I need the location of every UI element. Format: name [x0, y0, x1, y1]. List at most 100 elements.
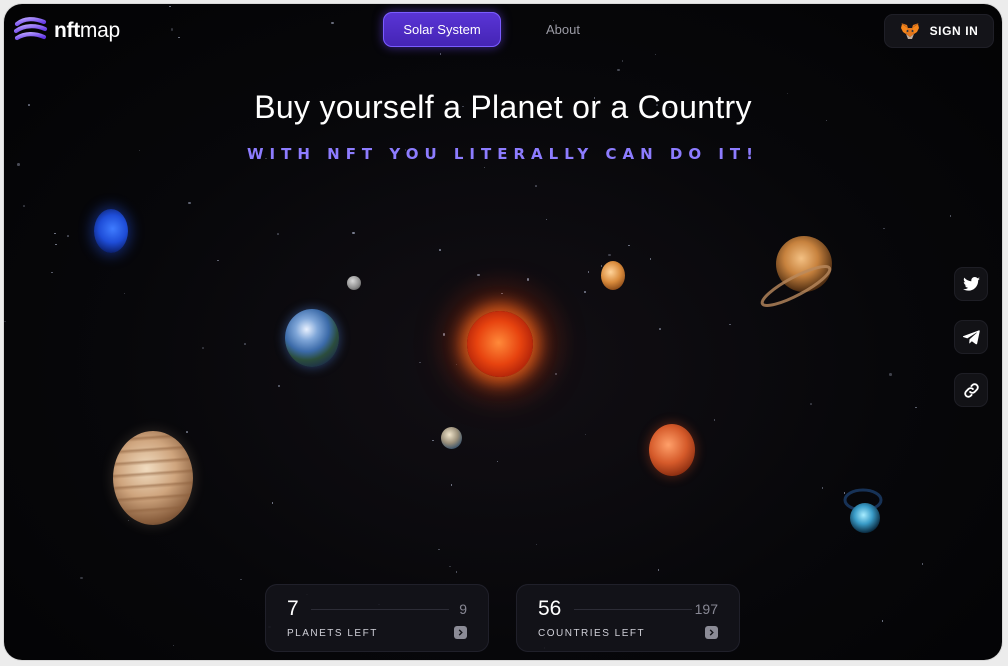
- planet-mars[interactable]: [649, 424, 695, 476]
- star: [4, 320, 6, 323]
- nftmap-logo-icon: [14, 17, 48, 41]
- twitter-button[interactable]: [954, 267, 988, 301]
- star: [244, 343, 246, 345]
- star: [729, 323, 731, 326]
- star: [659, 328, 661, 330]
- star: [188, 201, 191, 205]
- star: [583, 290, 587, 294]
- app-frame: nftmap Solar System About SIGN IN Buy yo…: [4, 4, 1002, 660]
- sign-in-label: SIGN IN: [929, 24, 979, 38]
- planet-jupiter[interactable]: [113, 431, 193, 525]
- planets-left-label: PLANETS LEFT: [287, 628, 378, 639]
- star: [483, 166, 486, 169]
- planets-left-card[interactable]: 7 9 PLANETS LEFT: [265, 584, 489, 652]
- planet-uranus[interactable]: [839, 480, 887, 538]
- star: [331, 21, 334, 25]
- star: [584, 433, 587, 436]
- star: [23, 205, 25, 207]
- star: [450, 484, 453, 486]
- link-icon: [963, 382, 979, 398]
- planets-arrow-icon[interactable]: [454, 626, 467, 639]
- sun[interactable]: [467, 311, 533, 377]
- star: [186, 431, 188, 433]
- tab-solar-system[interactable]: Solar System: [383, 12, 501, 47]
- star: [271, 502, 274, 504]
- star: [654, 53, 657, 56]
- logo-text: nftmap: [54, 19, 120, 43]
- star: [617, 68, 620, 72]
- star: [535, 543, 538, 546]
- star: [17, 163, 20, 166]
- star: [80, 576, 83, 580]
- logo[interactable]: nftmap: [14, 16, 120, 46]
- star: [881, 620, 884, 622]
- star: [713, 419, 716, 421]
- star: [810, 403, 812, 405]
- logo-text-bold: nft: [54, 19, 80, 42]
- star: [438, 548, 440, 551]
- telegram-button[interactable]: [954, 320, 988, 354]
- star: [172, 644, 175, 647]
- star: [352, 231, 355, 235]
- star: [449, 565, 451, 568]
- star: [202, 347, 204, 349]
- star: [54, 232, 56, 235]
- star: [169, 5, 171, 8]
- star: [432, 439, 434, 442]
- countries-left-card[interactable]: 56 197 COUNTRIES LEFT: [516, 584, 740, 652]
- star: [628, 244, 630, 247]
- logo-text-light: map: [79, 19, 120, 42]
- planets-progress-line: [311, 609, 449, 610]
- star: [649, 258, 652, 260]
- planet-earth[interactable]: [285, 309, 339, 367]
- page-title: Buy yourself a Planet or a Country: [254, 89, 752, 125]
- star: [608, 253, 611, 257]
- star: [277, 233, 279, 235]
- countries-progress-line: [574, 609, 692, 610]
- star: [883, 227, 885, 230]
- countries-left-label: COUNTRIES LEFT: [538, 628, 646, 639]
- star: [439, 249, 441, 251]
- star: [277, 384, 281, 388]
- star: [240, 578, 242, 581]
- sign-in-button[interactable]: SIGN IN: [884, 14, 994, 48]
- star: [178, 36, 180, 39]
- star: [545, 218, 548, 221]
- star: [419, 361, 421, 364]
- star: [170, 28, 174, 31]
- copy-link-button[interactable]: [954, 373, 988, 407]
- star: [949, 215, 952, 217]
- star: [821, 487, 824, 489]
- metamask-fox-icon: [900, 23, 919, 39]
- star: [621, 60, 624, 62]
- star: [455, 571, 458, 573]
- star: [496, 460, 499, 463]
- star: [535, 185, 537, 187]
- star: [217, 259, 219, 262]
- star: [915, 406, 917, 408]
- countries-total: 197: [694, 601, 718, 617]
- telegram-icon: [962, 329, 980, 344]
- page-subtitle: WITH NFT YOU LITERALLY CAN DO IT!: [247, 145, 759, 163]
- planet-saturn[interactable]: [756, 224, 836, 320]
- planet-venus[interactable]: [601, 261, 625, 290]
- star: [439, 53, 442, 55]
- tab-about[interactable]: About: [530, 12, 596, 47]
- star: [889, 373, 892, 376]
- countries-arrow-icon[interactable]: [705, 626, 718, 639]
- star: [123, 292, 126, 295]
- star: [67, 235, 69, 237]
- star: [657, 569, 660, 571]
- star: [127, 519, 130, 522]
- planet-mercury[interactable]: [347, 276, 361, 290]
- planets-total: 9: [459, 601, 467, 617]
- star: [51, 271, 53, 274]
- star: [55, 243, 57, 246]
- star: [587, 271, 590, 273]
- twitter-icon: [962, 277, 980, 291]
- countries-left-count: 56: [538, 597, 562, 620]
- planet-moon[interactable]: [441, 427, 462, 449]
- planets-left-count: 7: [287, 597, 299, 620]
- star: [921, 563, 924, 565]
- planet-neptune[interactable]: [94, 209, 128, 253]
